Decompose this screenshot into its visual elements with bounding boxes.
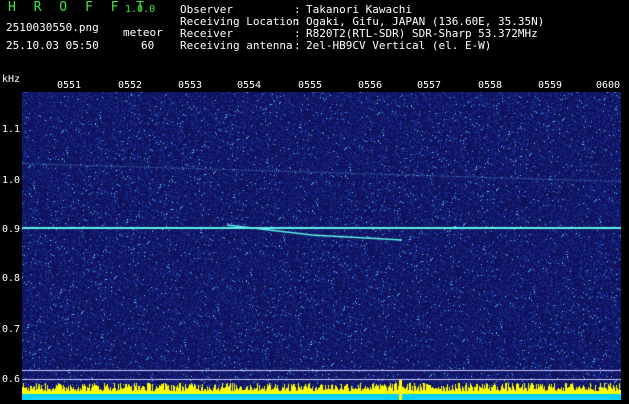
antenna-label: Receiving antenna — [180, 39, 293, 52]
time-tick-label: 0557 — [417, 80, 442, 91]
frequency-tick-label: 1.0 — [2, 175, 21, 186]
time-tick-label: 0556 — [358, 80, 383, 91]
time-tick-label: 0553 — [178, 80, 203, 91]
time-tick-label: 0551 — [57, 80, 82, 91]
file-name: 2510030550.png — [6, 21, 99, 34]
frequency-tick-label: 0.8 — [2, 273, 21, 284]
frequency-tick-label: 1.1 — [2, 124, 21, 135]
header-panel: H R O F F T 1.0.0 2510030550.png 25.10.0… — [0, 0, 629, 85]
app-version: 1.0.0 — [125, 4, 156, 15]
meteor-label: meteor — [123, 26, 163, 39]
frequency-tick-label: 0.7 — [2, 324, 21, 335]
time-tick-label: 0555 — [298, 80, 323, 91]
frequency-tick-label: 0.6 — [2, 374, 21, 385]
time-tick-label: 0559 — [538, 80, 563, 91]
capture-datetime: 25.10.03 05:50 — [6, 39, 99, 52]
waterfall-spectrogram — [22, 92, 621, 400]
meteor-count: 60 — [141, 39, 155, 52]
time-tick-label: 0554 — [237, 80, 262, 91]
time-tick-label: 0552 — [118, 80, 143, 91]
frequency-tick-label: 0.9 — [2, 224, 21, 235]
time-tick-label: 0600 — [596, 80, 621, 91]
antenna-colon: : — [294, 39, 301, 52]
waterfall-canvas — [22, 92, 621, 400]
antenna-value: 2el-HB9CV Vertical (el. E-W) — [306, 39, 492, 52]
y-axis-unit: kHz — [2, 74, 21, 85]
time-tick-label: 0558 — [478, 80, 503, 91]
